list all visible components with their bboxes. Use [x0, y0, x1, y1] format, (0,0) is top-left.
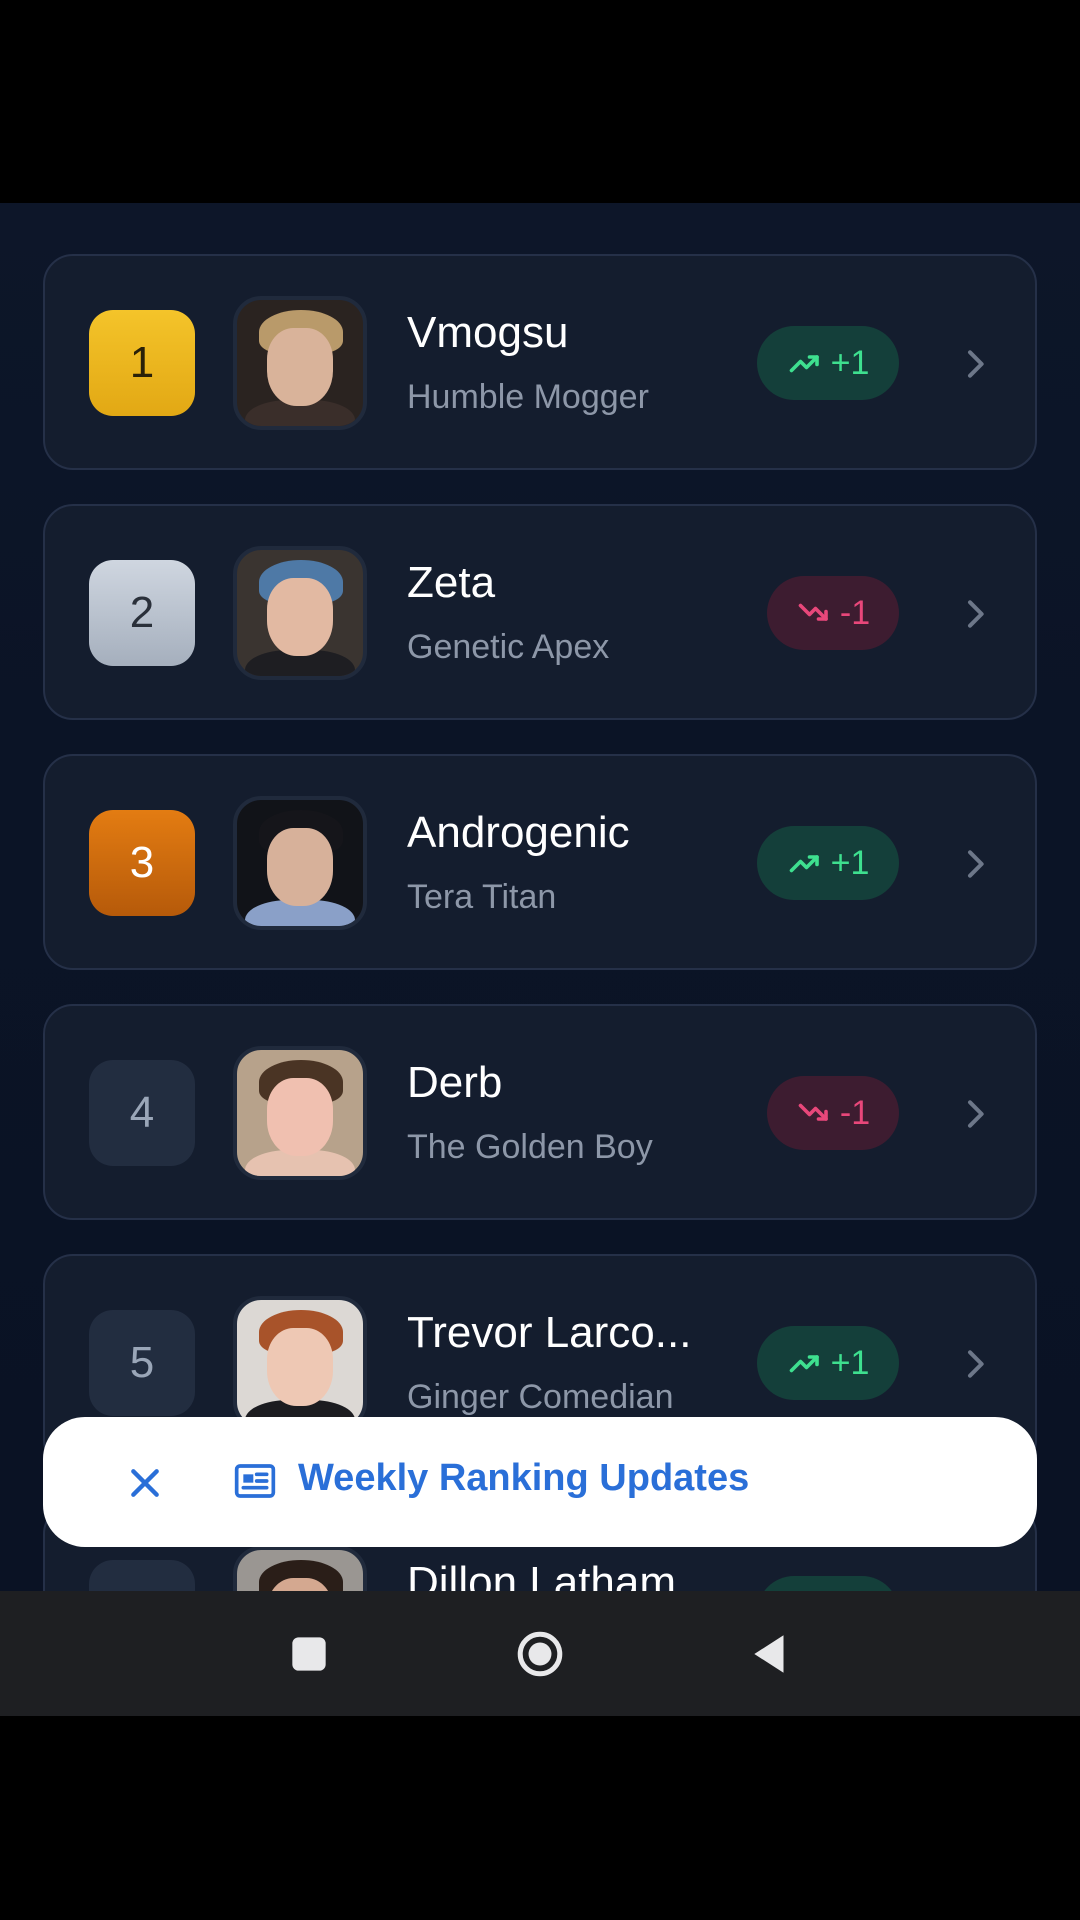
trending-up-icon [789, 1355, 819, 1373]
rank-change-value: +1 [830, 1343, 870, 1382]
player-name: Derb [407, 1058, 503, 1107]
rank-change-value: -1 [839, 593, 871, 632]
rank-badge: 1 [89, 310, 195, 416]
chevron-right-icon[interactable] [955, 594, 995, 634]
circle-icon[interactable] [515, 1629, 565, 1679]
square-icon[interactable] [284, 1629, 334, 1679]
rank-change-badge: -1 [767, 576, 899, 650]
avatar [233, 1546, 367, 1591]
chevron-right-icon[interactable] [955, 844, 995, 884]
avatar [233, 1296, 367, 1430]
weekly-ranking-banner[interactable]: Weekly Ranking Updates [43, 1417, 1037, 1547]
chevron-right-icon[interactable] [955, 1094, 995, 1134]
player-name: Dillon Latham [407, 1558, 677, 1591]
trending-down-icon [798, 1103, 828, 1121]
trending-up-icon [789, 355, 819, 373]
leaderboard-row[interactable]: 1 Vmogsu Humble Mogger +1 [43, 254, 1037, 470]
chevron-right-icon[interactable] [955, 344, 995, 384]
rank-change-badge [757, 1576, 899, 1591]
trending-down-icon [798, 603, 828, 621]
player-title: Ginger Comedian [407, 1378, 674, 1416]
rank-badge: 3 [89, 810, 195, 916]
rank-badge: 4 [89, 1060, 195, 1166]
newspaper-icon [234, 1464, 276, 1498]
rank-badge: 2 [89, 560, 195, 666]
player-title: Humble Mogger [407, 378, 649, 416]
rank-change-badge: -1 [767, 1076, 899, 1150]
system-navigation-bar [0, 1591, 1080, 1716]
status-bar-area [0, 0, 1080, 203]
rank-change-badge: +1 [757, 326, 899, 400]
player-title: The Golden Boy [407, 1128, 653, 1166]
player-name: Androgenic [407, 808, 630, 857]
rank-change-value: +1 [830, 843, 870, 882]
bottom-letterbox [0, 1716, 1080, 1920]
triangle-back-icon[interactable] [746, 1629, 796, 1679]
rank-badge [89, 1560, 195, 1591]
rank-change-value: +1 [830, 343, 870, 382]
player-title: Tera Titan [407, 878, 557, 916]
banner-label[interactable]: Weekly Ranking Updates [298, 1457, 749, 1500]
player-name: Zeta [407, 558, 496, 607]
avatar [233, 546, 367, 680]
avatar [233, 296, 367, 430]
leaderboard-row[interactable]: 3 Androgenic Tera Titan +1 [43, 754, 1037, 970]
rank-change-badge: +1 [757, 826, 899, 900]
leaderboard-list[interactable]: 1 Vmogsu Humble Mogger +1 2 Zeta Genetic… [43, 254, 1037, 1591]
chevron-right-icon[interactable] [955, 1344, 995, 1384]
player-title: Genetic Apex [407, 628, 610, 666]
close-icon[interactable] [125, 1463, 165, 1503]
trending-up-icon [789, 855, 819, 873]
avatar [233, 1046, 367, 1180]
rank-change-value: -1 [839, 1093, 871, 1132]
leaderboard-screen: 1 Vmogsu Humble Mogger +1 2 Zeta Genetic… [0, 203, 1080, 1591]
player-name: Trevor Larco... [407, 1308, 692, 1357]
leaderboard-row[interactable]: 4 Derb The Golden Boy -1 [43, 1004, 1037, 1220]
leaderboard-row[interactable]: 2 Zeta Genetic Apex -1 [43, 504, 1037, 720]
player-name: Vmogsu [407, 308, 569, 357]
rank-change-badge: +1 [757, 1326, 899, 1400]
rank-badge: 5 [89, 1310, 195, 1416]
avatar [233, 796, 367, 930]
